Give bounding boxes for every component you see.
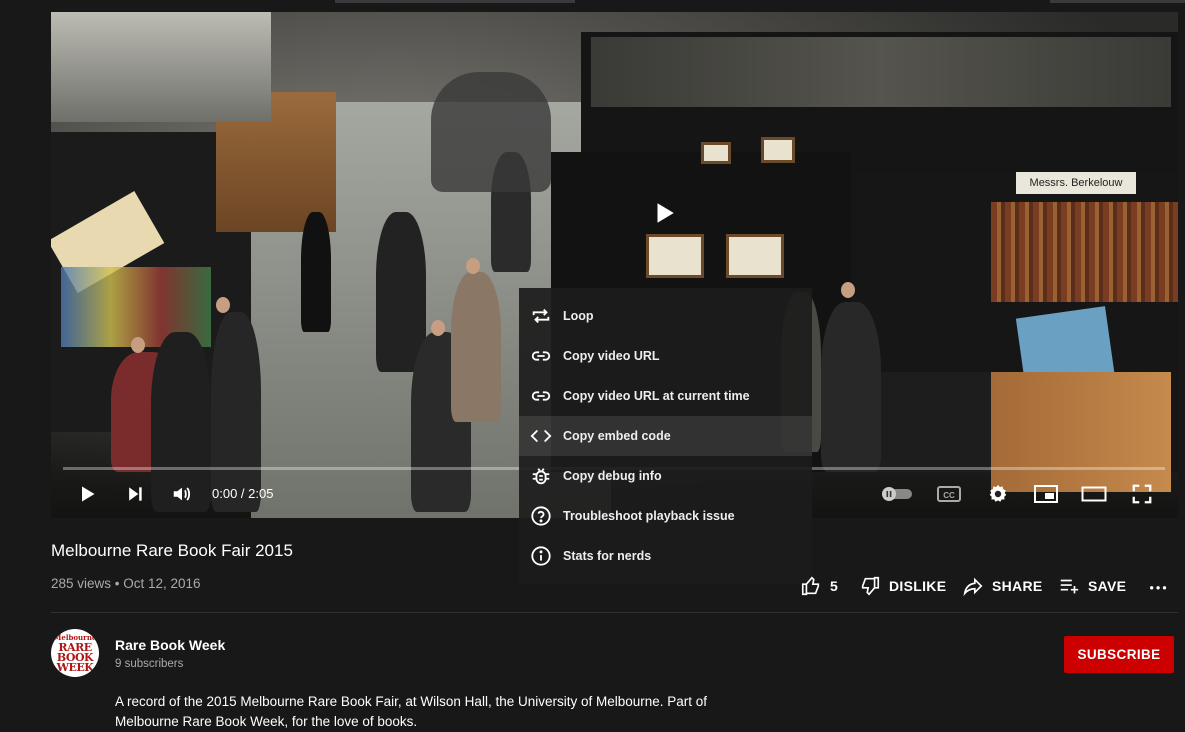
menu-item-label: Copy debug info (563, 469, 662, 483)
video-description: A record of the 2015 Melbourne Rare Book… (115, 694, 708, 729)
avatar-text: WEEK (56, 661, 94, 674)
menu-item-copy-video-url-at-time[interactable]: Copy video URL at current time (519, 376, 812, 416)
more-actions-button[interactable] (1148, 572, 1170, 600)
loop-icon (530, 305, 552, 327)
back-wall (591, 37, 1171, 107)
captions-button[interactable]: CC (935, 480, 963, 508)
menu-item-copy-debug-info[interactable]: Copy debug info (519, 456, 812, 496)
info-icon (530, 545, 552, 567)
like-button[interactable]: 5 (800, 572, 838, 600)
menu-item-label: Copy video URL (563, 349, 660, 363)
code-icon (530, 425, 552, 447)
more-horizontal-icon (1150, 586, 1167, 590)
volume-icon (173, 487, 191, 501)
thumbs-down-icon (861, 576, 880, 596)
crowd (431, 72, 551, 192)
framed-picture (726, 234, 784, 278)
menu-item-label: Copy embed code (563, 429, 671, 443)
menu-item-label: Troubleshoot playback issue (563, 509, 735, 523)
theater-icon (1081, 486, 1107, 502)
thumbs-up-icon (801, 576, 820, 596)
person (821, 302, 881, 472)
player-context-menu: Loop Copy video URL Copy video URL at cu… (519, 288, 812, 584)
video-title: Melbourne Rare Book Fair 2015 (51, 541, 293, 560)
play-icon (82, 486, 95, 502)
person (451, 272, 501, 422)
dislike-label: DISLIKE (889, 578, 947, 594)
play-button[interactable] (73, 480, 101, 508)
person (376, 212, 426, 372)
like-count: 5 (830, 578, 839, 594)
person-head (216, 297, 230, 313)
save-button[interactable]: SAVE (1058, 572, 1126, 600)
menu-item-stats-for-nerds[interactable]: Stats for nerds (519, 536, 812, 576)
settings-button[interactable] (984, 480, 1012, 508)
channel-name[interactable]: Rare Book Week (115, 637, 225, 653)
bug-icon (530, 465, 552, 487)
menu-item-troubleshoot[interactable]: Troubleshoot playback issue (519, 496, 812, 536)
subscriber-count: 9 subscribers (115, 658, 184, 670)
menu-item-loop[interactable]: Loop (519, 296, 812, 336)
window-wall (51, 12, 271, 122)
autoplay-toggle[interactable] (879, 480, 915, 508)
time-display: 0:00 / 2:05 (212, 486, 274, 501)
share-button[interactable]: SHARE (962, 572, 1043, 600)
top-strip (0, 0, 1185, 12)
share-icon (963, 577, 983, 597)
autoplay-toggle-icon (882, 487, 912, 501)
mute-button[interactable] (168, 480, 196, 508)
booth-sign: Messrs. Berkelouw (1016, 172, 1136, 194)
top-bar-segment (335, 0, 575, 3)
menu-item-copy-embed-code[interactable]: Copy embed code (519, 416, 812, 456)
person-head (431, 320, 445, 336)
fullscreen-icon (1132, 484, 1152, 504)
link-icon (530, 345, 552, 367)
bookshelf (991, 202, 1178, 302)
person-head (841, 282, 855, 298)
save-label: SAVE (1088, 578, 1127, 594)
svg-text:CC: CC (943, 491, 955, 500)
playlist-add-icon (1060, 579, 1079, 594)
theater-mode-button[interactable] (1080, 480, 1108, 508)
framed-picture (701, 142, 731, 164)
cc-icon: CC (937, 486, 961, 502)
miniplayer-button[interactable] (1032, 480, 1060, 508)
framed-picture (761, 137, 795, 163)
action-bar: 5 DISLIKE SHARE SAVE (0, 572, 1185, 600)
person (301, 212, 331, 332)
menu-item-label: Loop (563, 309, 594, 323)
large-play-button[interactable] (634, 187, 694, 239)
share-label: SHARE (992, 578, 1043, 594)
fullscreen-button[interactable] (1128, 480, 1156, 508)
menu-item-label: Copy video URL at current time (563, 389, 750, 403)
person-head (466, 258, 480, 274)
subscribe-button[interactable]: SUBSCRIBE (1064, 636, 1174, 673)
gear-icon (989, 484, 1007, 502)
menu-item-label: Stats for nerds (563, 549, 652, 563)
menu-item-copy-video-url[interactable]: Copy video URL (519, 336, 812, 376)
person-head (131, 337, 145, 353)
divider (51, 612, 1178, 613)
help-icon (530, 505, 552, 527)
play-icon (657, 203, 674, 223)
framed-picture (646, 234, 704, 278)
top-bar-segment (1050, 0, 1185, 3)
miniplayer-icon (1034, 485, 1058, 503)
next-button[interactable] (121, 480, 149, 508)
channel-avatar[interactable]: Melbourne RARE BOOK WEEK (51, 629, 99, 677)
link-icon (530, 385, 552, 407)
dislike-button[interactable]: DISLIKE (859, 572, 946, 600)
skip-next-icon (129, 487, 142, 501)
